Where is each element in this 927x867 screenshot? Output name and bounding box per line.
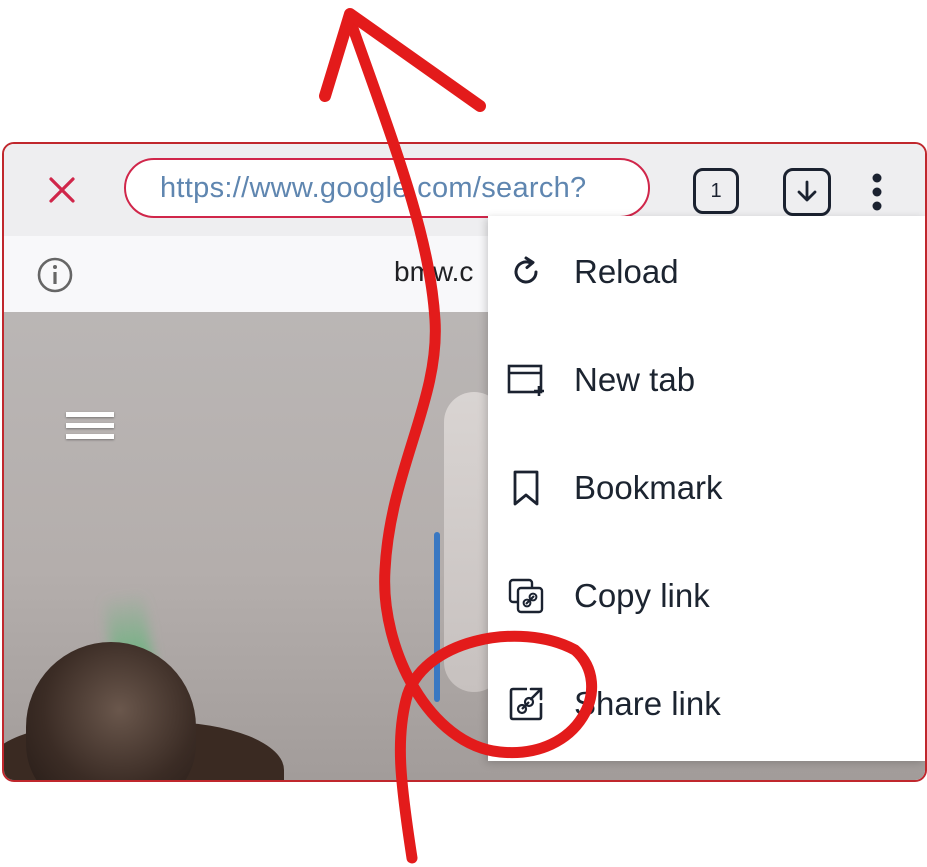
menu-item-copy-link[interactable]: Copy link [488,542,925,650]
tab-switcher-button[interactable]: 1 [693,168,739,214]
menu-item-reload[interactable]: Reload [488,218,925,326]
menu-item-new-tab[interactable]: New tab [488,326,925,434]
more-vert-icon [872,173,882,211]
menu-item-label: Bookmark [574,469,723,506]
menu-item-label: New tab [574,361,696,398]
reload-icon [506,252,546,292]
photo-person-head [26,642,196,780]
info-icon[interactable] [36,256,74,294]
close-icon [49,177,75,203]
menu-item-label: Share link [574,685,721,722]
hamburger-menu-icon[interactable] [66,412,114,450]
download-icon [797,180,817,202]
menu-item-label: Reload [574,253,679,290]
bookmark-icon [506,468,546,508]
copy-link-icon [506,576,546,616]
download-button[interactable] [783,168,831,216]
photo-blue-cable [434,532,440,702]
share-link-icon [506,684,546,724]
more-options-button[interactable] [862,170,892,214]
url-field[interactable]: https://www.google.com/search? [124,158,650,218]
overflow-menu: Reload New tab Bookmark Copy link Share … [488,216,925,761]
menu-item-bookmark[interactable]: Bookmark [488,434,925,542]
menu-item-share-link[interactable]: Share link [488,650,925,758]
tab-count: 1 [710,179,722,202]
new-tab-icon [506,360,546,400]
browser-window: https://www.google.com/search? 1 bmw.c R… [2,142,927,782]
url-text: https://www.google.com/search? [160,171,587,204]
close-button[interactable] [42,170,82,210]
menu-item-label: Copy link [574,577,710,614]
site-domain: bmw.c [394,256,474,287]
